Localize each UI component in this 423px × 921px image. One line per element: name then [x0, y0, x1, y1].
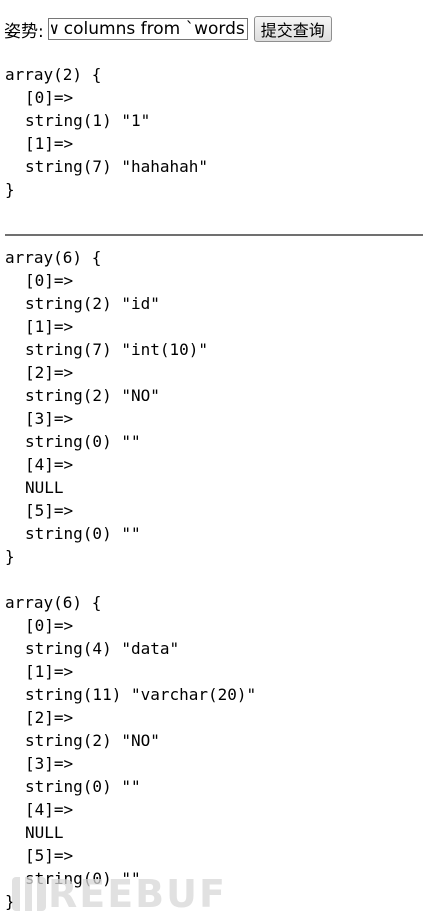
dump-line: [5]=>: [25, 501, 74, 520]
query-form: 姿势: 提交查询: [4, 15, 332, 43]
dump-line: [3]=>: [25, 409, 74, 428]
query-input[interactable]: [47, 18, 248, 40]
dump-line: [3]=>: [25, 754, 74, 773]
query-label: 姿势:: [4, 21, 44, 42]
result-dump-2: array(6) { [0]=> string(2) "id" [1]=> string…: [5, 246, 208, 568]
array-close: }: [5, 180, 15, 199]
dump-line: string(7) "hahahah": [25, 157, 209, 176]
dump-line: [1]=>: [25, 134, 74, 153]
result-dump-3: array(6) { [0]=> string(4) "data" [1]=> stri…: [5, 591, 256, 913]
dump-line: string(0) "": [25, 524, 141, 543]
submit-query-button[interactable]: 提交查询: [253, 16, 332, 42]
dump-line: string(0) "": [25, 869, 141, 888]
dump-line: [1]=>: [25, 662, 74, 681]
dump-line: [4]=>: [25, 455, 74, 474]
dump-line: NULL: [25, 823, 64, 842]
dump-line: [0]=>: [25, 88, 74, 107]
array-open: array(2) {: [5, 65, 102, 84]
dump-line: [2]=>: [25, 363, 74, 382]
dump-line: string(4) "data": [25, 639, 180, 658]
array-open: array(6) {: [5, 593, 102, 612]
dump-line: [1]=>: [25, 317, 74, 336]
dump-line: [2]=>: [25, 708, 74, 727]
dump-line: string(2) "NO": [25, 386, 160, 405]
dump-line: string(7) "int(10)": [25, 340, 209, 359]
dump-line: [0]=>: [25, 616, 74, 635]
array-open: array(6) {: [5, 248, 102, 267]
dump-line: string(2) "NO": [25, 731, 160, 750]
dump-line: NULL: [25, 478, 64, 497]
array-close: }: [5, 892, 15, 911]
dump-line: string(1) "1": [25, 111, 151, 130]
dump-line: string(11) "varchar(20)": [25, 685, 257, 704]
dump-line: string(0) "": [25, 432, 141, 451]
dump-line: string(0) "": [25, 777, 141, 796]
dump-line: [4]=>: [25, 800, 74, 819]
dump-line: [0]=>: [25, 271, 74, 290]
result-dump-1: array(2) { [0]=> string(1) "1" [1]=> string(…: [5, 63, 208, 201]
array-close: }: [5, 547, 15, 566]
horizontal-rule: [5, 234, 423, 236]
dump-line: [5]=>: [25, 846, 74, 865]
dump-line: string(2) "id": [25, 294, 160, 313]
